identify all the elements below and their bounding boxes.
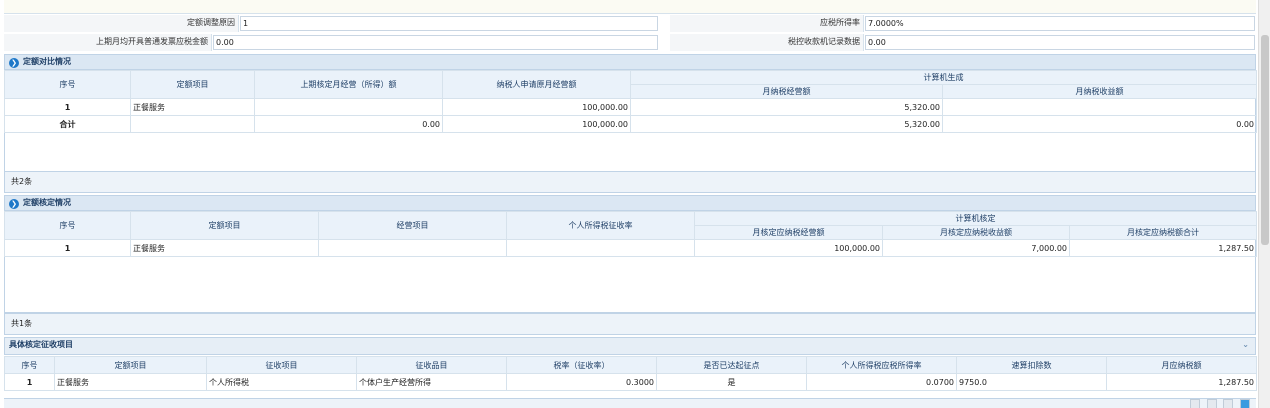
col-computer: 计算机生成 <box>630 70 1257 85</box>
cell-levy-sub: 个体户生产经营所得 <box>356 373 507 391</box>
table-row[interactable]: 1 正餐服务 100,000.00 5,320.00 <box>4 98 1257 116</box>
pager-next-icon[interactable] <box>1223 399 1234 408</box>
table-row[interactable]: 1 正餐服务 100,000.00 7,000.00 1,287.50 <box>4 239 1257 257</box>
pager-prev-icon[interactable] <box>1206 399 1217 408</box>
verification-count: 共1条 <box>4 313 1256 335</box>
table-row[interactable]: 1 正餐服务 个人所得税 个体户生产经营所得 0.3000 是 0.0700 9… <box>4 373 1257 391</box>
tax-register-data-field[interactable]: 0.00 <box>865 35 1255 50</box>
cell-prev <box>254 98 443 116</box>
cell-item: 正餐服务 <box>130 98 255 116</box>
levy-section-title[interactable]: 具体核定征收项目 ⌄ <box>4 337 1256 355</box>
col-prev: 上期核定月经营（所得）额 <box>254 70 443 99</box>
cell-pit-rate: 0.0700 <box>806 373 957 391</box>
collapse-icon[interactable]: ❯ <box>9 58 19 68</box>
col-item: 定额项目 <box>130 211 319 240</box>
cell-item: 正餐服务 <box>130 239 319 257</box>
cell-threshold: 是 <box>656 373 807 391</box>
cell-income <box>942 98 1257 116</box>
cell-seq: 1 <box>4 239 131 257</box>
collapse-icon[interactable]: ❯ <box>9 199 19 209</box>
cell-prev: 0.00 <box>254 115 443 133</box>
comparison-table: 序号 定额项目 上期核定月经营（所得）额 纳税人申请原月经营额 计算机生成 月纳… <box>4 70 1257 133</box>
col-turnover: 月核定应纳税经营额 <box>694 225 883 240</box>
col-total: 月核定应纳税额合计 <box>1069 225 1257 240</box>
col-computer: 计算机核定 <box>694 211 1257 226</box>
adjust-reason-label: 定额调整原因 <box>4 15 239 32</box>
col-levy-item: 征收项目 <box>206 356 357 374</box>
adjust-reason-field[interactable]: 1 <box>240 16 658 31</box>
cell-seq: 1 <box>4 98 131 116</box>
scrollbar-thumb[interactable] <box>1261 35 1269 245</box>
col-rate: 税率（征收率） <box>506 356 657 374</box>
chevron-down-icon[interactable]: ⌄ <box>1242 338 1249 352</box>
taxable-income-rate-field[interactable]: 7.0000% <box>865 16 1255 31</box>
cell-levy-item: 个人所得税 <box>206 373 357 391</box>
verification-section-title[interactable]: ❯ 定额核定情况 <box>4 195 1256 211</box>
vertical-scrollbar[interactable] <box>1258 0 1270 408</box>
cell-item: 正餐服务 <box>54 373 207 391</box>
col-threshold: 是否已达起征点 <box>656 356 807 374</box>
col-item: 定额项目 <box>54 356 207 374</box>
cell-income: 7,000.00 <box>882 239 1070 257</box>
cell-income: 0.00 <box>942 115 1257 133</box>
col-deduction: 速算扣除数 <box>956 356 1107 374</box>
cell-deduction: 9750.0 <box>956 373 1107 391</box>
col-applied: 纳税人申请原月经营额 <box>442 70 631 99</box>
col-item: 定额项目 <box>130 70 255 99</box>
cell-business <box>318 239 507 257</box>
comparison-count: 共2条 <box>4 171 1256 193</box>
cell-turnover: 5,320.00 <box>630 115 943 133</box>
col-seq: 序号 <box>4 356 55 374</box>
pager-last-icon[interactable] <box>1240 399 1250 408</box>
col-pit-rate: 个人所得税应税所得率 <box>806 356 957 374</box>
col-business: 经营项目 <box>318 211 507 240</box>
cell-seq: 1 <box>4 373 55 391</box>
cell-applied: 100,000.00 <box>442 98 631 116</box>
prev-invoice-amount-field[interactable]: 0.00 <box>213 35 658 50</box>
taxable-income-rate-label: 应税所得率 <box>670 15 864 32</box>
cell-turnover: 100,000.00 <box>694 239 883 257</box>
cell-applied: 100,000.00 <box>442 115 631 133</box>
cell-item <box>130 115 255 133</box>
comparison-section-title[interactable]: ❯ 定额对比情况 <box>4 54 1256 70</box>
cell-seq: 合计 <box>4 115 131 133</box>
col-monthly-tax: 月应纳税额 <box>1106 356 1257 374</box>
tax-register-data-label: 税控收款机记录数据 <box>670 34 864 51</box>
verification-table: 序号 定额项目 经营项目 个人所得税征收率 计算机核定 月核定应纳税经营额 月核… <box>4 211 1257 257</box>
bottom-pager-strip <box>4 398 1256 408</box>
col-income: 月核定应纳税收益额 <box>882 225 1070 240</box>
table-row-total[interactable]: 合计 0.00 100,000.00 5,320.00 0.00 <box>4 115 1257 133</box>
col-monthly-income: 月纳税收益额 <box>942 84 1257 99</box>
prev-invoice-amount-label: 上期月均开具普通发票应税金额 <box>4 34 212 51</box>
cell-rate: 0.3000 <box>506 373 657 391</box>
cell-total: 1,287.50 <box>1069 239 1257 257</box>
top-header-strip <box>4 0 1256 14</box>
cell-monthly-tax: 1,287.50 <box>1106 373 1257 391</box>
col-rate: 个人所得税征收率 <box>506 211 695 240</box>
col-levy-sub: 征收品目 <box>356 356 507 374</box>
levy-table: 序号 定额项目 征收项目 征收品目 税率（征收率） 是否已达起征点 个人所得税应… <box>4 356 1257 391</box>
cell-turnover: 5,320.00 <box>630 98 943 116</box>
col-seq: 序号 <box>4 211 131 240</box>
pager-first-icon[interactable] <box>1190 399 1201 408</box>
col-seq: 序号 <box>4 70 131 99</box>
cell-rate <box>506 239 695 257</box>
col-monthly-turnover: 月纳税经营额 <box>630 84 943 99</box>
